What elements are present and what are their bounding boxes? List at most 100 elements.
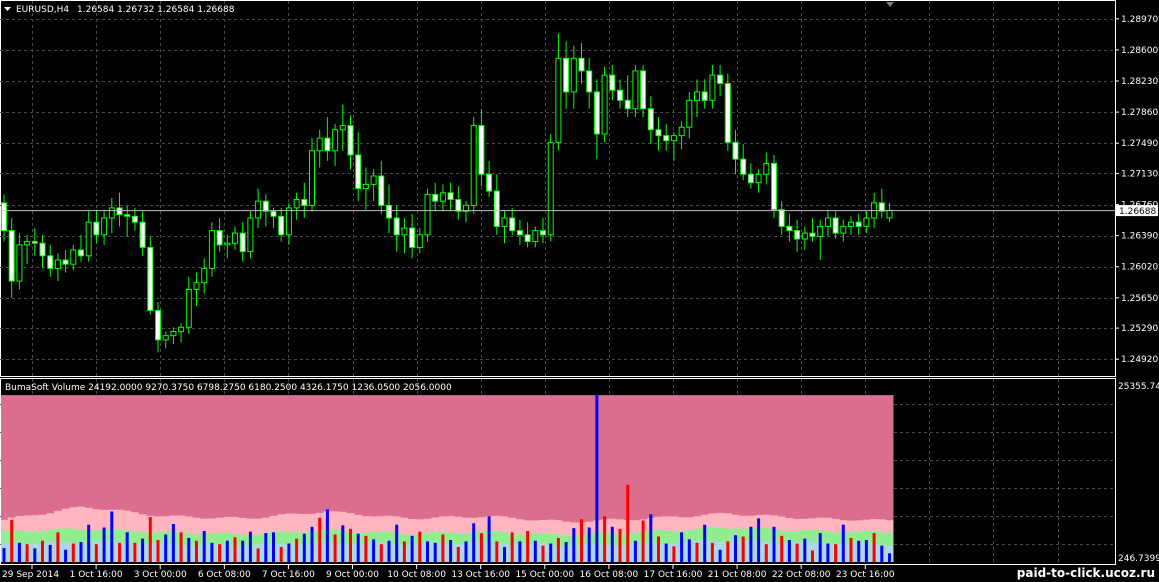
price-chart-svg[interactable]: 1.28970 1.28600 1.28230 1.27860 1.27490 1.271…	[0, 0, 1159, 582]
candle-bear	[270, 210, 277, 217]
candle-bear	[239, 232, 246, 253]
volume-bar-bull	[210, 542, 214, 562]
candle-bull	[108, 207, 115, 219]
volume-bar-bull	[48, 544, 52, 562]
volume-bar-bull	[449, 540, 453, 562]
candle-bull	[763, 162, 770, 175]
candle-bear	[447, 192, 454, 201]
candle-bull	[632, 70, 639, 110]
volume-bar-bull	[2, 547, 6, 562]
candle-bear	[216, 230, 223, 246]
volume-bar-bear	[118, 542, 121, 562]
time-tick-label: 29 Sep 2014	[2, 570, 59, 580]
candle-bear	[124, 214, 131, 217]
volume-bar-bull	[734, 535, 737, 562]
volume-bar-bear	[849, 537, 853, 562]
volume-bar-bull	[79, 542, 83, 562]
candle-bear	[586, 70, 593, 93]
volume-bar-bear	[780, 535, 784, 562]
candle-bull	[801, 232, 808, 240]
candle-bull	[332, 129, 339, 152]
volume-bar-bull	[225, 540, 229, 562]
candle-bear	[771, 162, 777, 211]
candle-bull	[824, 217, 831, 227]
volume-bar-bull	[310, 526, 314, 562]
volume-bar-bear	[672, 546, 676, 562]
candle-bull	[362, 183, 369, 190]
volume-bar-bull	[395, 524, 399, 562]
candle-bear	[878, 202, 885, 212]
volume-bar-bull	[472, 523, 476, 562]
candle-bull	[201, 267, 208, 284]
candle-bear	[593, 91, 600, 135]
candle-bear	[378, 175, 385, 206]
volume-bar-bear	[526, 530, 530, 562]
chart-shift-marker-icon[interactable]	[886, 2, 894, 7]
candle-bear	[701, 91, 708, 101]
time-tick-label: 9 Oct 00:00	[326, 570, 379, 580]
candle-bear	[655, 129, 662, 137]
candle-bull	[886, 209, 893, 219]
volume-bar-bear	[795, 543, 799, 562]
candle-bear	[432, 193, 439, 202]
volume-bar-bull	[141, 538, 145, 562]
volume-bar-bull	[703, 524, 707, 562]
volume-bar-bear	[333, 534, 337, 562]
candle-bear	[47, 255, 54, 269]
candle-bull	[185, 288, 192, 328]
candle-bear	[139, 221, 146, 248]
volume-bar-bear	[25, 544, 29, 562]
volume-bar-bull	[772, 526, 776, 562]
indicator-scale-max: 25355.74	[1118, 382, 1159, 392]
candle-bear	[717, 74, 724, 85]
volume-indicator	[1, 395, 894, 562]
volume-bar-bear	[418, 531, 422, 562]
time-tick-label: 16 Oct 08:00	[580, 570, 639, 580]
volume-bar-bull	[664, 543, 668, 562]
candle-bull	[370, 175, 377, 185]
candle-bear	[155, 309, 161, 341]
volume-bar-bull	[718, 549, 722, 562]
volume-bar-bear	[603, 516, 607, 562]
candle-bull	[178, 326, 185, 332]
price-tick-label: 1.25290	[1121, 324, 1158, 334]
volume-bar-bear	[710, 542, 714, 562]
volume-bar-bull	[595, 395, 599, 562]
volume-bar-bull	[171, 523, 175, 562]
volume-bar-bull	[518, 541, 522, 562]
volume-bar-bear	[580, 519, 583, 562]
volume-bar-bear	[256, 548, 260, 562]
candle-bear	[478, 125, 485, 175]
candle-bear	[609, 74, 616, 91]
volume-bar-bull	[549, 543, 553, 562]
time-axis: 29 Sep 2014 1 Oct 16:00 3 Oct 00:00 6 Oct 0…	[2, 565, 895, 580]
volume-bar-bull	[680, 532, 684, 562]
symbol-label[interactable]: EURUSD,H4	[16, 5, 69, 15]
volume-bar-bull	[110, 511, 114, 562]
volume-bar-bear	[726, 541, 730, 562]
candle-bull	[424, 193, 431, 236]
volume-bar-bull	[202, 530, 206, 562]
volume-bar-bull	[757, 518, 761, 562]
volume-bar-bull	[503, 546, 506, 562]
volume-bar-bull	[633, 540, 637, 562]
symbol-dropdown-icon[interactable]	[4, 7, 11, 11]
volume-bar-bull	[687, 539, 691, 562]
candle-bull	[16, 244, 23, 282]
candle-bull	[863, 217, 870, 227]
candle-bear	[563, 57, 570, 93]
candle-bear	[663, 135, 670, 142]
candle-bear	[786, 225, 793, 232]
candle-bull	[85, 221, 92, 257]
candle-bull	[316, 137, 323, 152]
volume-bar-bear	[618, 528, 622, 562]
price-tick-label: 1.28970	[1121, 15, 1158, 25]
volume-bar-bear	[626, 484, 630, 562]
volume-bar-bear	[695, 542, 699, 562]
volume-bar-bear	[811, 550, 814, 562]
time-tick-label: 23 Oct 16:00	[836, 570, 895, 580]
time-tick-label: 3 Oct 00:00	[134, 570, 187, 580]
candle-bull	[686, 99, 693, 128]
volume-bar-bear	[94, 544, 98, 562]
volume-bar-bull	[888, 553, 891, 562]
